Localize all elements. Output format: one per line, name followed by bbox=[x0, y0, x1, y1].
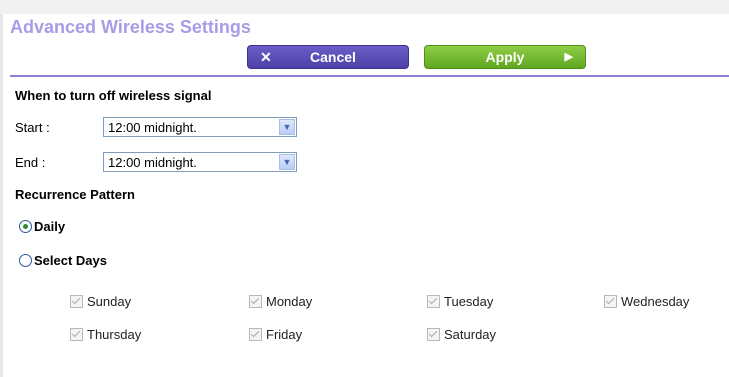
cancel-button[interactable]: ✕ Cancel bbox=[247, 45, 409, 69]
day-checkbox-thursday[interactable]: Thursday bbox=[70, 327, 141, 342]
daily-radio[interactable] bbox=[19, 220, 32, 233]
day-label: Monday bbox=[266, 294, 313, 309]
daily-label: Daily bbox=[34, 219, 66, 234]
day-label: Friday bbox=[266, 327, 303, 342]
schedule-heading: When to turn off wireless signal bbox=[15, 88, 212, 103]
day-checkbox-sunday[interactable]: Sunday bbox=[70, 294, 131, 309]
day-checkbox-friday[interactable]: Friday bbox=[249, 327, 302, 342]
checkbox[interactable] bbox=[70, 295, 83, 308]
daily-radio-option[interactable]: Daily bbox=[19, 219, 65, 234]
checkbox[interactable] bbox=[604, 295, 617, 308]
top-strip bbox=[0, 0, 729, 14]
end-label: End : bbox=[15, 155, 46, 170]
play-arrow-icon: ▶ bbox=[564, 51, 573, 63]
checkbox[interactable] bbox=[427, 328, 440, 341]
day-checkbox-saturday[interactable]: Saturday bbox=[427, 327, 496, 342]
day-label: Sunday bbox=[87, 294, 132, 309]
day-label: Tuesday bbox=[444, 294, 494, 309]
recurrence-heading: Recurrence Pattern bbox=[15, 187, 135, 202]
checkbox[interactable] bbox=[70, 328, 83, 341]
day-label: Wednesday bbox=[621, 294, 690, 309]
select-days-label: Select Days bbox=[34, 253, 107, 268]
day-checkbox-monday[interactable]: Monday bbox=[249, 294, 312, 309]
apply-button-label: Apply bbox=[485, 49, 525, 65]
start-label: Start : bbox=[15, 120, 50, 135]
checkbox[interactable] bbox=[249, 295, 262, 308]
cancel-button-label: Cancel bbox=[310, 49, 356, 65]
day-checkbox-tuesday[interactable]: Tuesday bbox=[427, 294, 493, 309]
chevron-down-icon[interactable]: ▼ bbox=[279, 154, 295, 170]
select-days-radio-option[interactable]: Select Days bbox=[19, 253, 107, 268]
day-checkbox-wednesday[interactable]: Wednesday bbox=[604, 294, 689, 309]
left-border bbox=[0, 14, 3, 377]
header-divider bbox=[10, 75, 729, 77]
day-label: Saturday bbox=[444, 327, 497, 342]
start-time-select[interactable]: 12:00 midnight. ▼ bbox=[103, 117, 297, 137]
end-time-select[interactable]: 12:00 midnight. ▼ bbox=[103, 152, 297, 172]
page-title: Advanced Wireless Settings bbox=[10, 17, 251, 37]
start-time-value: 12:00 midnight. bbox=[108, 120, 197, 135]
apply-button[interactable]: Apply ▶ bbox=[424, 45, 586, 69]
checkbox[interactable] bbox=[427, 295, 440, 308]
chevron-down-icon[interactable]: ▼ bbox=[279, 119, 295, 135]
end-time-value: 12:00 midnight. bbox=[108, 155, 197, 170]
checkbox[interactable] bbox=[249, 328, 262, 341]
day-label: Thursday bbox=[87, 327, 142, 342]
select-days-radio[interactable] bbox=[19, 254, 32, 267]
settings-panel: Advanced Wireless Settings ✕ Cancel Appl… bbox=[0, 0, 729, 377]
